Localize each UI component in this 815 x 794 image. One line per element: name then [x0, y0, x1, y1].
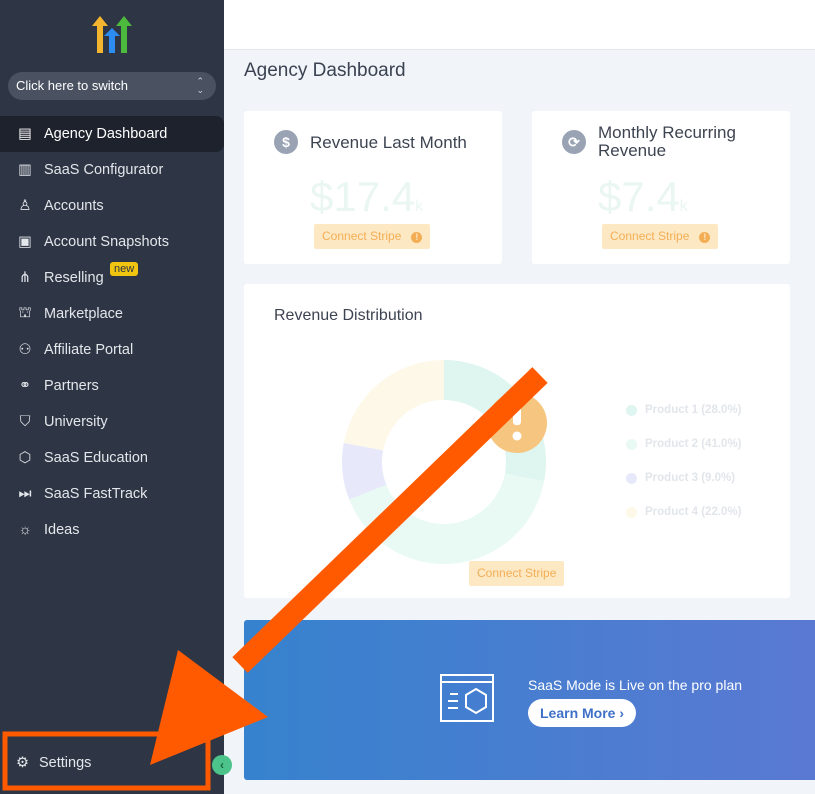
connect-stripe-button[interactable]: Connect Stripe	[469, 561, 565, 586]
legend-swatch	[626, 472, 637, 484]
legend-item: Product 1 (28.0%)	[626, 404, 742, 416]
legend-swatch	[626, 438, 637, 450]
legend-swatch	[626, 404, 637, 416]
label: Connect Stripe	[477, 566, 557, 580]
legend-item: Product 3 (9.0%)	[626, 472, 735, 484]
legend-label: Product 4 (22.0%)	[645, 506, 742, 518]
legend-item: Product 2 (41.0%)	[626, 438, 742, 450]
legend-label: Product 2 (41.0%)	[645, 438, 742, 450]
legend-swatch	[626, 506, 637, 518]
learn-more-button[interactable]: Learn More ›	[528, 699, 637, 727]
banner-text: SaaS Mode is Live on the pro plan	[528, 677, 743, 693]
saas-box-icon	[440, 674, 494, 722]
donut-slice-4	[343, 360, 444, 451]
legend-item: Product 4 (22.0%)	[626, 506, 742, 518]
label: Learn More	[540, 705, 616, 721]
legend-label: Product 3 (9.0%)	[645, 472, 736, 484]
legend-label: Product 1 (28.0%)	[645, 404, 742, 416]
saas-mode-banner: SaaS Mode is Live on the pro plan Learn …	[244, 620, 815, 780]
